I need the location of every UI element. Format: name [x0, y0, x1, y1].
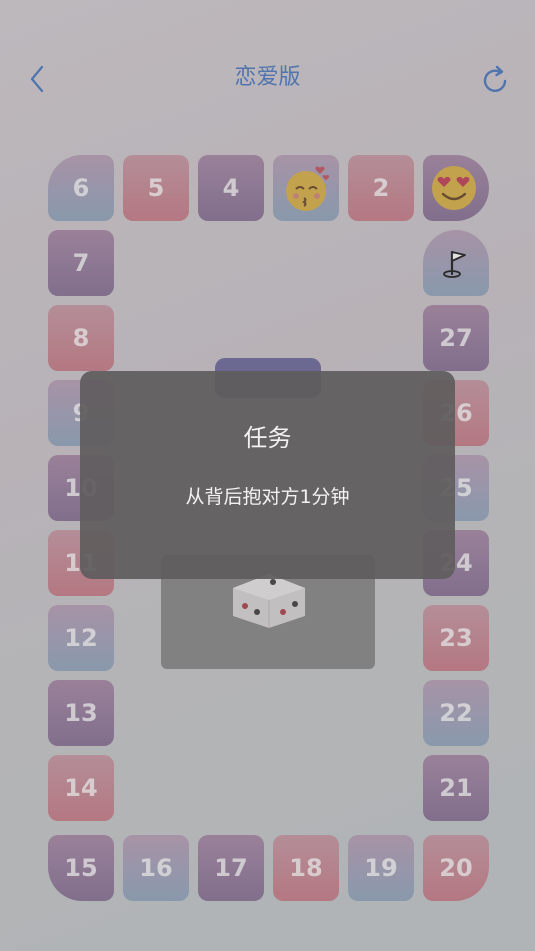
task-dialog: [80, 371, 455, 579]
task-dialog-message: 从背后抱对方1分钟: [185, 486, 350, 508]
task-dialog-title: 任务: [243, 424, 292, 452]
